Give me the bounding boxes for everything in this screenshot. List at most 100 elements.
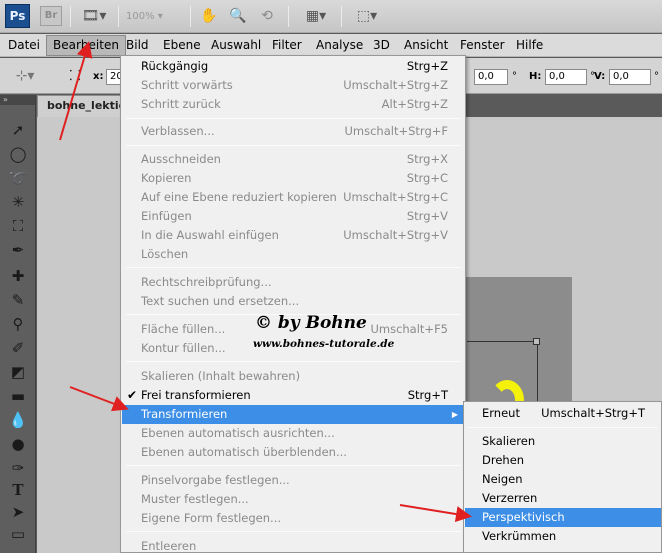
menu-separator: [126, 145, 461, 146]
menu-item-ausschneiden[interactable]: Ausschneiden Strg+X: [122, 150, 464, 169]
move-tool-icon[interactable]: ➚: [4, 119, 32, 141]
menu-separator: [126, 531, 461, 532]
menu-item-eigene-form[interactable]: Eigene Form festlegen...: [122, 509, 464, 528]
menu-ansicht[interactable]: Ansicht: [398, 34, 454, 57]
submenu-item-verzerren[interactable]: Verzerren: [465, 489, 661, 508]
menu-separator: [126, 118, 461, 119]
submenu-arrow-icon: ▶: [451, 410, 458, 419]
menu-filter[interactable]: Filter: [266, 34, 308, 57]
menu-separator: [126, 361, 461, 362]
application-bar: Ps Br 🎞▾ 100% ▾ ✋ 🔍 ⟲ ▦▾ ⬚▾: [0, 0, 662, 33]
menu-item-in-auswahl-einfuegen[interactable]: In die Auswahl einfügen Umschalt+Strg+V: [122, 226, 464, 245]
pen-tool-icon[interactable]: ✑: [4, 457, 32, 479]
appbar-divider: [288, 6, 289, 27]
menu-fenster[interactable]: Fenster: [454, 34, 511, 57]
menu-item-pinselvorgabe[interactable]: Pinselvorgabe festlegen...: [122, 471, 464, 490]
menu-bar: Datei Bearbeiten Bild Ebene Auswahl Filt…: [0, 34, 662, 57]
watermark-url: www.bohnes-tutorale.de: [253, 338, 395, 350]
menu-datei[interactable]: Datei: [2, 34, 46, 57]
crop-tool-icon[interactable]: ⛶: [4, 215, 32, 237]
menu-item-skalieren-inhalt[interactable]: Skalieren (Inhalt bewahren): [122, 367, 464, 386]
appbar-divider: [118, 6, 119, 27]
menu-ebene[interactable]: Ebene: [157, 34, 207, 57]
screen-mode-film-icon[interactable]: 🎞▾: [79, 7, 109, 25]
menu-separator: [126, 465, 461, 466]
menu-item-rueckgaengig[interactable]: Rückgängig Strg+Z: [122, 57, 464, 76]
menu-item-verblassen[interactable]: Verblassen... Umschalt+Strg+F: [122, 122, 464, 141]
menu-item-ebenen-ausrichten[interactable]: Ebenen automatisch ausrichten...: [122, 424, 464, 443]
zoom-magnifier-icon[interactable]: 🔍: [227, 7, 249, 25]
eraser-icon[interactable]: ◩: [4, 361, 32, 383]
magic-wand-icon[interactable]: ✳: [4, 191, 32, 213]
menu-item-entleeren[interactable]: Entleeren: [122, 537, 464, 553]
appbar-divider: [341, 6, 342, 27]
menu-item-schritt-zurueck[interactable]: Schritt zurück Alt+Strg+Z: [122, 95, 464, 114]
menu-item-transformieren[interactable]: Transformieren ▶: [122, 405, 464, 424]
photoshop-logo: Ps: [5, 4, 30, 28]
blur-tool-icon[interactable]: 💧: [4, 409, 32, 431]
zoom-level[interactable]: 100% ▾: [126, 9, 174, 24]
shape-tool-icon[interactable]: ▭: [4, 523, 32, 545]
bridge-button[interactable]: Br: [40, 6, 62, 26]
menu-item-schritt-vorwaerts[interactable]: Schritt vorwärts Umschalt+Strg+Z: [122, 76, 464, 95]
move-tool-preset-icon[interactable]: ⊹▾: [10, 67, 40, 85]
transform-bounding-box: [467, 341, 538, 342]
tools-panel: » ➚ ◯ ➰ ✳ ⛶ ✒ ✚ ✎ ⚲ ✐ ◩ ▬ 💧 ● ✑ T ➤ ▭: [0, 95, 36, 553]
submenu-item-erneut[interactable]: Erneut Umschalt+Strg+T: [465, 404, 661, 423]
arrange-documents-icon[interactable]: ▦▾: [299, 7, 333, 25]
v-label: V:: [594, 71, 606, 82]
angle-field[interactable]: 0,0: [474, 69, 508, 85]
v-field[interactable]: 0,0: [609, 69, 651, 85]
history-brush-icon[interactable]: ✐: [4, 337, 32, 359]
tools-panel-grip[interactable]: »: [0, 95, 35, 105]
rotate-view-icon[interactable]: ⟲: [256, 7, 278, 25]
menu-analyse[interactable]: Analyse: [310, 34, 369, 57]
healing-brush-icon[interactable]: ✚: [4, 265, 32, 287]
degree-sign: °: [654, 71, 659, 82]
menu-separator: [468, 427, 658, 428]
reference-point-icon[interactable]: ⸬: [63, 67, 87, 85]
eyedropper-icon[interactable]: ✒: [4, 239, 32, 261]
h-label: H:: [529, 71, 542, 82]
submenu-item-skalieren[interactable]: Skalieren: [465, 432, 661, 451]
menu-item-reduziert-kopieren[interactable]: Auf eine Ebene reduziert kopieren Umschal…: [122, 188, 464, 207]
menu-auswahl[interactable]: Auswahl: [205, 34, 267, 57]
hand-icon[interactable]: ✋: [198, 7, 220, 25]
menu-item-ebenen-ueberblenden[interactable]: Ebenen automatisch überblenden...: [122, 443, 464, 462]
submenu-item-perspektivisch[interactable]: Perspektivisch: [465, 508, 661, 527]
menu-item-frei-transformieren[interactable]: ✔ Frei transformieren Strg+T: [122, 386, 464, 405]
menu-item-text-suchen[interactable]: Text suchen und ersetzen...: [122, 292, 464, 311]
transform-submenu: Erneut Umschalt+Strg+T Skalieren Drehen N…: [463, 401, 662, 553]
gradient-tool-icon[interactable]: ▬: [4, 385, 32, 407]
submenu-item-neigen[interactable]: Neigen: [465, 470, 661, 489]
screen-mode-icon[interactable]: ⬚▾: [350, 7, 384, 25]
type-tool-icon[interactable]: T: [4, 479, 32, 501]
clone-stamp-icon[interactable]: ⚲: [4, 313, 32, 335]
menu-item-einfuegen[interactable]: Einfügen Strg+V: [122, 207, 464, 226]
h-field[interactable]: 0,0: [545, 69, 587, 85]
checkmark-icon: ✔: [127, 388, 138, 402]
menu-item-loeschen[interactable]: Löschen: [122, 245, 464, 264]
submenu-item-drehen[interactable]: Drehen: [465, 451, 661, 470]
watermark-author: © by Bohne: [255, 313, 367, 333]
menu-hilfe[interactable]: Hilfe: [510, 34, 549, 57]
menu-bild[interactable]: Bild: [120, 34, 155, 57]
brush-tool-icon[interactable]: ✎: [4, 289, 32, 311]
document-tab[interactable]: bohne_lektion: [37, 95, 127, 117]
submenu-item-verkruemmen[interactable]: Verkrümmen: [465, 527, 661, 546]
appbar-divider: [190, 6, 191, 27]
menu-item-muster-festlegen[interactable]: Muster festlegen...: [122, 490, 464, 509]
menu-bearbeiten[interactable]: Bearbeiten: [46, 35, 126, 56]
dodge-tool-icon[interactable]: ●: [4, 433, 32, 455]
edit-menu: Rückgängig Strg+Z Schritt vorwärts Umschal…: [120, 55, 466, 553]
lasso-tool-icon[interactable]: ➰: [4, 167, 32, 189]
degree-sign: °: [512, 71, 517, 82]
menu-separator: [126, 267, 461, 268]
menu-3d[interactable]: 3D: [367, 34, 396, 57]
transform-handle[interactable]: [533, 338, 540, 345]
menu-item-kopieren[interactable]: Kopieren Strg+C: [122, 169, 464, 188]
menu-item-rechtschreibpruefung[interactable]: Rechtschreibprüfung...: [122, 273, 464, 292]
appbar-divider: [70, 6, 71, 27]
path-selection-icon[interactable]: ➤: [4, 501, 32, 523]
marquee-tool-icon[interactable]: ◯: [4, 143, 32, 165]
